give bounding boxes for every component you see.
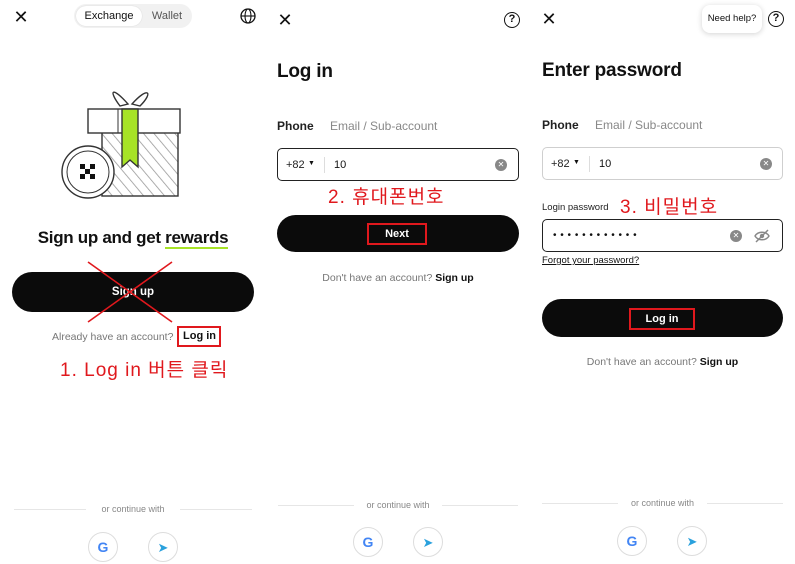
- chevron-down-icon[interactable]: ▼: [308, 160, 315, 167]
- country-code[interactable]: +82: [551, 158, 570, 170]
- tab-wallet[interactable]: Wallet: [144, 6, 190, 26]
- no-account-row: Don't have an account? Sign up: [530, 356, 795, 368]
- tab-phone[interactable]: Phone: [277, 119, 314, 133]
- tab-phone[interactable]: Phone: [542, 118, 579, 132]
- google-icon[interactable]: G: [353, 527, 383, 557]
- country-code[interactable]: +82: [286, 159, 305, 171]
- close-icon[interactable]: ✕: [12, 8, 30, 26]
- no-account-text: Don't have an account?: [322, 272, 433, 284]
- page-title: Log in: [277, 61, 333, 82]
- page-title: Enter password: [542, 60, 682, 81]
- signup-screen: ✕ Exchange Wallet Sign up and get reward…: [0, 0, 266, 564]
- google-icon[interactable]: G: [617, 526, 647, 556]
- or-continue-with: or continue with: [530, 498, 795, 508]
- field-separator: [324, 157, 325, 173]
- tab-exchange[interactable]: Exchange: [76, 6, 142, 26]
- login-button-label: Log in: [629, 308, 695, 330]
- close-icon[interactable]: ✕: [276, 11, 294, 29]
- clear-icon[interactable]: ✕: [760, 158, 772, 170]
- no-account-row: Don't have an account? Sign up: [266, 272, 530, 284]
- signup-link[interactable]: Sign up: [700, 356, 739, 368]
- forgot-password-link[interactable]: Forgot your password?: [542, 255, 639, 266]
- google-icon[interactable]: G: [88, 532, 118, 562]
- or-continue-with-text: or continue with: [630, 498, 695, 508]
- or-continue-with: or continue with: [266, 500, 530, 510]
- login-link[interactable]: Log in: [183, 330, 216, 342]
- chevron-down-icon[interactable]: ▼: [573, 159, 580, 166]
- globe-icon[interactable]: [240, 8, 256, 24]
- phone-input[interactable]: 10: [599, 158, 611, 170]
- telegram-icon[interactable]: ➤: [413, 527, 443, 557]
- or-continue-with-text: or continue with: [101, 504, 165, 514]
- next-button-label: Next: [367, 223, 427, 245]
- next-button[interactable]: Next: [277, 215, 519, 252]
- field-separator: [589, 156, 590, 172]
- phone-input[interactable]: 10: [334, 159, 346, 171]
- or-continue-with: or continue with: [0, 504, 266, 514]
- annotation-step-3: 3. 비밀번호: [620, 197, 719, 218]
- phone-field[interactable]: +82 ▼ 10 ✕: [277, 148, 519, 181]
- close-icon[interactable]: ✕: [540, 10, 558, 28]
- annotation-step-1: 1. Log in 버튼 클릭: [60, 360, 229, 381]
- cross-out-mark: [86, 260, 174, 324]
- eye-off-icon[interactable]: [753, 228, 771, 244]
- divider-line-right: [707, 503, 783, 504]
- headline-highlight: rewards: [165, 228, 229, 249]
- help-icon[interactable]: ?: [504, 12, 520, 28]
- telegram-icon[interactable]: ➤: [148, 532, 178, 562]
- divider-line-left: [542, 503, 618, 504]
- enter-password-screen: ✕ Need help? ? Enter password Phone Emai…: [530, 0, 795, 564]
- tab-email[interactable]: Email / Sub-account: [330, 119, 437, 133]
- password-input[interactable]: • • • • • • • • • • • •: [553, 230, 637, 241]
- divider-line-right: [442, 505, 518, 506]
- clear-icon[interactable]: ✕: [495, 159, 507, 171]
- exchange-wallet-toggle: Exchange Wallet: [74, 4, 192, 28]
- login-button[interactable]: Log in: [542, 299, 783, 337]
- password-label: Login password: [542, 202, 609, 213]
- phone-field[interactable]: +82 ▼ 10 ✕: [542, 147, 783, 180]
- help-icon[interactable]: ?: [768, 11, 784, 27]
- clear-icon[interactable]: ✕: [730, 230, 742, 242]
- signup-link[interactable]: Sign up: [435, 272, 474, 284]
- headline-text: Sign up and get: [37, 228, 166, 247]
- or-continue-with-text: or continue with: [366, 500, 430, 510]
- signup-headline: Sign up and get rewards: [0, 228, 266, 249]
- divider-line-left: [14, 509, 86, 510]
- divider-line-left: [278, 505, 354, 506]
- telegram-icon[interactable]: ➤: [677, 526, 707, 556]
- gift-illustration: [58, 82, 186, 200]
- login-phone-screen: ✕ ? Log in Phone Email / Sub-account +82…: [266, 0, 530, 564]
- tab-email[interactable]: Email / Sub-account: [595, 118, 702, 132]
- no-account-text: Don't have an account?: [586, 356, 697, 368]
- annotation-step-2: 2. 휴대폰번호: [328, 187, 445, 208]
- already-have-account-text: Already have an account?: [52, 331, 174, 343]
- need-help-tooltip[interactable]: Need help?: [702, 5, 762, 33]
- password-field[interactable]: • • • • • • • • • • • • ✕: [542, 219, 783, 252]
- divider-line-right: [180, 509, 252, 510]
